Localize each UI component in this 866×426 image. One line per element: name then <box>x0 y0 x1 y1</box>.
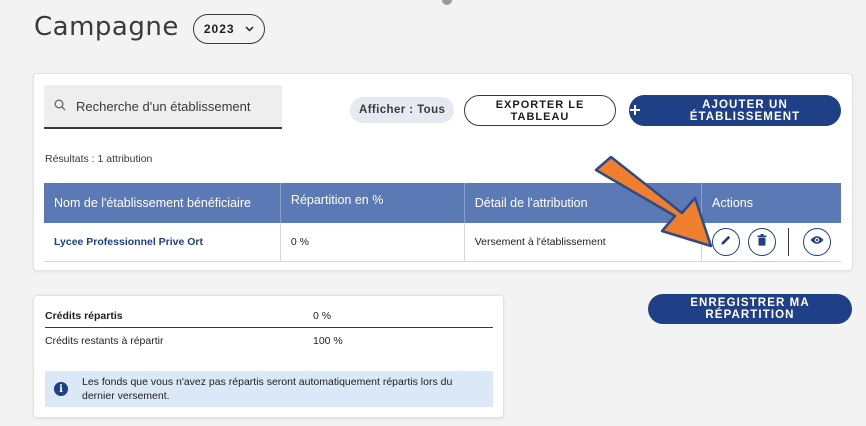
chevron-down-icon <box>245 23 254 35</box>
credits-allocated-label: Crédits répartis <box>45 310 123 322</box>
plus-icon <box>629 100 641 121</box>
add-establishment-label: AJOUTER UN ÉTABLISSEMENT <box>689 98 801 123</box>
establishment-name-link[interactable]: Lycee Professionnel Prive Ort <box>44 223 281 262</box>
attributions-table: Nom de l'établissement bénéficiaire Répa… <box>44 183 841 262</box>
year-select[interactable]: 2023 <box>192 14 265 44</box>
info-icon: i <box>54 382 68 396</box>
trash-icon <box>757 234 767 249</box>
info-text: Les fonds que vous n'avez pas répartis s… <box>82 376 453 402</box>
column-header-name: Nom de l'établissement bénéficiaire <box>44 183 281 223</box>
row-actions <box>701 223 841 262</box>
credits-card: Crédits répartis 0 % Crédits restants à … <box>33 295 504 418</box>
attribution-detail: Versement à l'établissement <box>464 223 703 262</box>
credits-remaining-row: Crédits restants à répartir 100 % <box>45 335 493 347</box>
attributions-card: Afficher : Tous EXPORTER LE TABLEAU AJOU… <box>33 73 853 271</box>
view-button[interactable] <box>803 227 831 256</box>
column-header-detail: Détail de l'attribution <box>464 183 703 223</box>
page-header: Campagne 2023 <box>34 10 265 44</box>
credits-allocated-value: 0 % <box>313 310 332 322</box>
search-input[interactable] <box>76 98 256 114</box>
credits-allocated-row: Crédits répartis 0 % <box>45 310 493 328</box>
export-button[interactable]: EXPORTER LE TABLEAU <box>464 95 616 126</box>
search-field[interactable] <box>44 85 282 129</box>
column-header-repartition: Répartition en % <box>280 183 465 223</box>
page-title: Campagne <box>34 12 179 42</box>
column-header-actions: Actions <box>701 183 841 223</box>
actions-divider <box>788 227 789 256</box>
filter-toggle[interactable]: Afficher : Tous <box>350 97 455 123</box>
credits-remaining-label: Crédits restants à répartir <box>45 335 164 347</box>
credits-remaining-value: 100 % <box>313 335 343 347</box>
table-row: Lycee Professionnel Prive Ort 0 % Versem… <box>44 223 841 262</box>
year-value: 2023 <box>203 22 235 36</box>
add-establishment-button[interactable]: AJOUTER UN ÉTABLISSEMENT <box>629 95 841 126</box>
search-icon <box>54 99 66 114</box>
edit-button[interactable] <box>712 227 740 256</box>
save-repartition-button[interactable]: ENREGISTRER MA RÉPARTITION <box>648 294 852 324</box>
eye-icon <box>810 235 824 248</box>
info-notice: i Les fonds que vous n'avez pas répartis… <box>45 371 493 407</box>
delete-button[interactable] <box>748 227 776 256</box>
table-header-row: Nom de l'établissement bénéficiaire Répa… <box>44 183 841 223</box>
repartition-value: 0 % <box>280 223 465 262</box>
pencil-icon <box>720 234 732 249</box>
scroll-indicator <box>442 0 452 5</box>
results-count: Résultats : 1 attribution <box>45 153 153 165</box>
